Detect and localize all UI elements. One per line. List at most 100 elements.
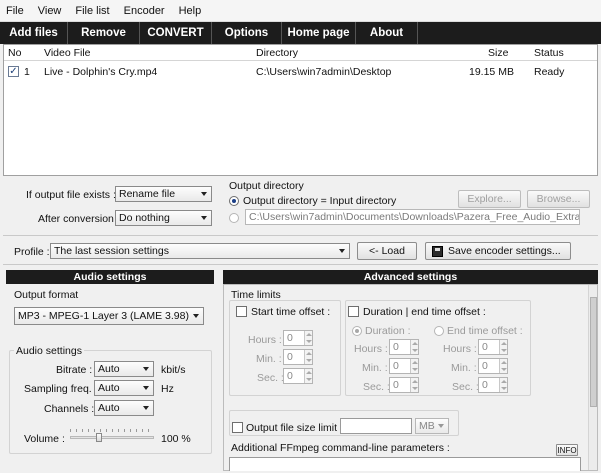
volume-track [70,436,154,439]
end-hours-spinner[interactable]: 0 [478,339,508,355]
start-offset-checkbox[interactable] [236,306,247,317]
menu-file-list[interactable]: File list [75,5,109,17]
add-files-button[interactable]: Add files [0,22,68,44]
start-hours-value: 0 [287,332,293,344]
same-dir-label[interactable]: Output directory = Input directory [243,195,396,207]
size-unit-select[interactable]: MB [415,418,449,434]
start-min-spinner[interactable]: 0 [283,349,313,365]
end-offset-radio[interactable] [434,326,444,336]
browse-button[interactable]: Browse... [527,190,590,208]
volume-ticks [70,429,154,432]
menu-encoder[interactable]: Encoder [124,5,165,17]
duration-label[interactable]: Duration : [365,325,411,337]
if-exists-label: If output file exists : [26,189,116,201]
end-offset-label[interactable]: End time offset : [447,325,523,337]
output-format-value: MP3 - MPEG-1 Layer 3 (LAME 3.98) [18,310,189,322]
row-size: 19.15 MB [469,66,514,78]
home-page-button[interactable]: Home page [282,22,356,44]
profile-label: Profile : [14,246,50,258]
ffmpeg-params-field[interactable] [229,457,581,471]
info-button[interactable]: INFO [556,444,578,456]
bitrate-select[interactable]: Auto [94,361,154,377]
save-icon-detail [435,247,440,251]
start-hours-spinner[interactable]: 0 [283,330,313,346]
dur-sec-spinner[interactable]: 0 [389,377,419,393]
channels-select[interactable]: Auto [94,400,154,416]
end-min-spinner[interactable]: 0 [478,358,508,374]
if-exists-value: Rename file [119,188,176,200]
spinner-arrows-icon[interactable] [499,359,507,373]
sampling-select[interactable]: Auto [94,380,154,396]
start-hours-label: Hours : [248,334,282,346]
explore-button[interactable]: Explore... [458,190,521,208]
duration-end-label[interactable]: Duration | end time offset : [363,306,486,318]
column-size[interactable]: Size [488,47,508,59]
if-exists-select[interactable]: Rename file [115,186,212,202]
row-checkbox[interactable]: ✓ [8,66,19,77]
channels-label: Channels : [44,403,95,415]
table-row[interactable]: ✓ 1 Live - Dolphin's Cry.mp4 C:\Users\wi… [4,64,597,80]
save-icon [432,245,443,257]
options-button[interactable]: Options [212,22,282,44]
spinner-arrows-icon[interactable] [304,350,312,364]
bitrate-label: Bitrate : [56,364,93,376]
load-button[interactable]: <- Load [357,242,417,260]
dur-sec-label: Sec. : [363,381,390,393]
profile-select[interactable]: The last session settings [50,243,350,259]
ffmpeg-params-label: Additional FFmpeg command-line parameter… [231,442,450,454]
advanced-scrollbar[interactable] [588,285,597,470]
column-no[interactable]: No [8,47,21,59]
size-limit-label[interactable]: Output file size limit : [246,422,343,434]
duration-radio[interactable] [352,326,362,336]
output-format-select[interactable]: MP3 - MPEG-1 Layer 3 (LAME 3.98) [14,307,204,325]
dur-hours-spinner[interactable]: 0 [389,339,419,355]
start-min-label: Min. : [256,353,282,365]
start-sec-spinner[interactable]: 0 [283,368,313,384]
dur-hours-label: Hours : [354,343,388,355]
end-sec-spinner[interactable]: 0 [478,377,508,393]
channels-value: Auto [98,402,120,414]
column-status[interactable]: Status [534,47,564,59]
scrollbar-thumb[interactable] [590,297,597,407]
spinner-arrows-icon[interactable] [410,340,418,354]
start-sec-value: 0 [287,370,293,382]
menu-help[interactable]: Help [179,5,202,17]
spinner-arrows-icon[interactable] [499,340,507,354]
column-video-file[interactable]: Video File [44,47,91,59]
dur-min-label: Min. : [362,362,388,374]
dur-min-spinner[interactable]: 0 [389,358,419,374]
remove-button[interactable]: Remove [68,22,140,44]
dur-min-value: 0 [393,360,399,372]
sampling-unit: Hz [161,383,174,395]
size-limit-checkbox[interactable] [232,422,243,433]
spinner-arrows-icon[interactable] [304,369,312,383]
sampling-value: Auto [98,382,120,394]
spinner-arrows-icon[interactable] [304,331,312,345]
output-directory-label: Output directory [229,180,304,192]
menu-file[interactable]: File [6,5,24,17]
column-directory[interactable]: Directory [256,47,298,59]
spinner-arrows-icon[interactable] [499,378,507,392]
volume-thumb[interactable] [96,433,102,442]
custom-dir-field[interactable]: C:\Users\win7admin\Documents\Downloads\P… [245,209,580,225]
menu-view[interactable]: View [38,5,62,17]
start-offset-label[interactable]: Start time offset : [251,306,330,318]
file-list[interactable]: No Video File Directory Size Status ✓ 1 … [3,44,598,176]
after-conversion-select[interactable]: Do nothing [115,210,212,226]
end-min-value: 0 [482,360,488,372]
audio-settings-title: Audio settings [6,270,214,284]
save-encoder-settings-button[interactable]: Save encoder settings... [425,242,571,260]
size-limit-field[interactable] [340,418,412,434]
row-video-file: Live - Dolphin's Cry.mp4 [44,66,158,78]
volume-slider[interactable] [70,429,154,442]
row-no: 1 [24,66,30,78]
about-button[interactable]: About [356,22,418,44]
spinner-arrows-icon[interactable] [410,359,418,373]
same-dir-radio[interactable] [229,196,239,206]
custom-dir-radio[interactable] [229,213,239,223]
convert-button[interactable]: CONVERT [140,22,212,44]
spinner-arrows-icon[interactable] [410,378,418,392]
volume-label: Volume : [24,433,65,445]
sampling-label: Sampling freq. : [24,383,98,395]
duration-checkbox[interactable] [348,306,359,317]
